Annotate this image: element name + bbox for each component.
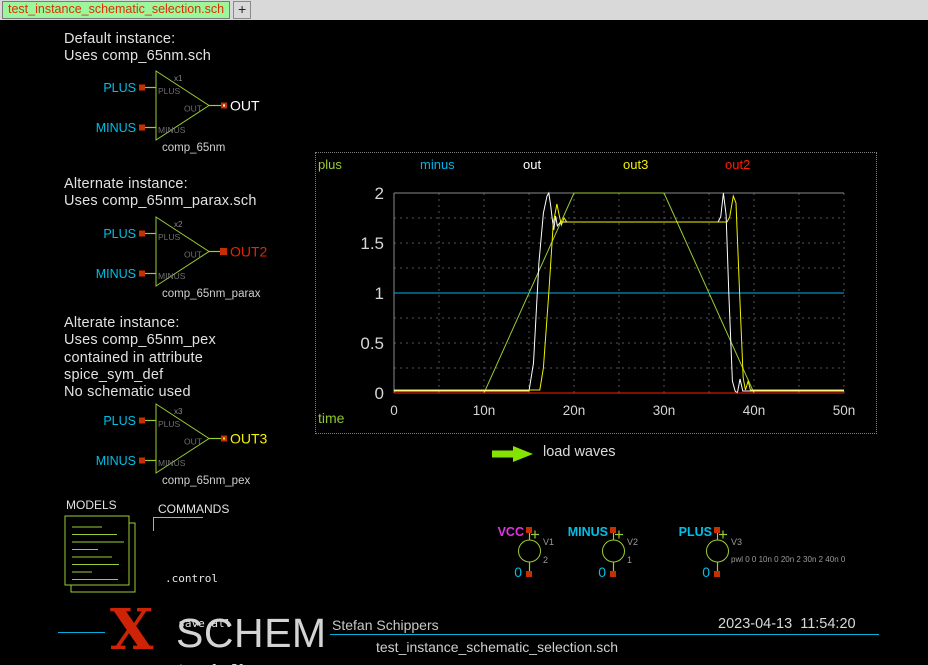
svg-text:0.5: 0.5 <box>360 334 384 353</box>
net-label-out3[interactable]: OUT3 <box>230 431 268 447</box>
pin-name-minus: MINUS <box>158 125 186 135</box>
pin-name-out: OUT <box>184 437 202 447</box>
new-tab-button[interactable]: + <box>233 1 251 19</box>
svg-text:0: 0 <box>375 384 384 403</box>
net-label-minus[interactable]: MINUS <box>96 267 136 281</box>
instance-name: x1 <box>174 74 183 83</box>
instance-name: x3 <box>174 407 183 416</box>
pin-square[interactable] <box>526 571 532 577</box>
instance-1-heading: Default instance: Uses comp_65nm.sch <box>64 31 211 66</box>
pin-name-minus: MINUS <box>158 271 186 281</box>
pin-name-plus: PLUS <box>158 232 181 242</box>
pin-name-plus: PLUS <box>158 419 181 429</box>
svg-text:1: 1 <box>375 284 384 303</box>
gnd-label[interactable]: 0 <box>500 564 522 580</box>
symbol-name: comp_65nm_parax <box>162 288 261 300</box>
symbol-name: comp_65nm <box>162 142 225 154</box>
comparator-instance-x3[interactable]: PLUS MINUS PLUS MINUS OUT x3 OUT3 comp_6… <box>95 401 330 491</box>
pin-name-minus: MINUS <box>158 458 186 468</box>
comparator-instance-x1[interactable]: PLUS MINUS PLUS MINUS OUT x1 OUT comp_65… <box>95 68 330 158</box>
instance-name: x2 <box>174 220 183 229</box>
author-name: Stefan Schippers <box>332 617 439 633</box>
net-label-plus[interactable]: PLUS <box>103 414 136 428</box>
net-label-out[interactable]: OUT <box>230 98 260 114</box>
instance-2-heading: Alternate instance: Uses comp_65nm_parax… <box>64 176 257 211</box>
svg-text:30n: 30n <box>653 403 676 418</box>
vsource-name: V3 <box>731 537 742 547</box>
pin-square[interactable] <box>139 231 145 237</box>
pin-name-plus: PLUS <box>158 86 181 96</box>
gnd-label[interactable]: 0 <box>688 564 710 580</box>
pin-name-out: OUT <box>184 104 202 114</box>
vsource-value: 2 <box>543 555 548 565</box>
pin-square[interactable] <box>139 125 145 131</box>
commands-label: COMMANDS <box>158 502 229 516</box>
gnd-label[interactable]: 0 <box>584 564 606 580</box>
plus-sign <box>531 531 539 539</box>
commands-bracket <box>153 517 203 518</box>
net-label-minus[interactable]: MINUS <box>96 454 136 468</box>
symbol-name: comp_65nm_pex <box>162 475 250 487</box>
svg-text:40n: 40n <box>743 403 766 418</box>
pin-square[interactable] <box>139 85 145 91</box>
pin-square[interactable] <box>139 458 145 464</box>
comparator-instance-x2[interactable]: PLUS MINUS PLUS MINUS OUT x2 OUT2 comp_6… <box>95 214 330 304</box>
xschem-logo-text: SCHEM <box>176 613 327 653</box>
titleblock-line <box>58 632 105 633</box>
vsource-pwl-value: pwl 0 0 10n 0 20n 2 30n 2 40n 0 <box>731 555 845 564</box>
pin-square[interactable] <box>220 248 227 255</box>
pin-square[interactable] <box>139 271 145 277</box>
schematic-tab[interactable]: test_instance_schematic_selection.sch <box>2 1 230 19</box>
svg-text:0: 0 <box>390 403 398 418</box>
svg-text:1.5: 1.5 <box>360 234 384 253</box>
plus-sign <box>615 531 623 539</box>
timestamp: 2023-04-13 11:54:20 <box>718 616 856 632</box>
pin-name-out: OUT <box>184 250 202 260</box>
svg-text:20n: 20n <box>563 403 586 418</box>
xschem-logo-x: X <box>110 604 153 656</box>
pin-square[interactable] <box>714 571 720 577</box>
vsource-v3[interactable]: PLUS V3 pwl 0 0 10n 0 20n 2 30n 2 40n 0 … <box>660 524 900 586</box>
net-label-out2[interactable]: OUT2 <box>230 244 268 260</box>
instance-3-heading: Alterate instance: Uses comp_65nm_pex co… <box>64 315 216 401</box>
svg-text:50n: 50n <box>833 403 856 418</box>
vsource-value: 1 <box>627 555 632 565</box>
pin-square[interactable] <box>139 418 145 424</box>
svg-text:10n: 10n <box>473 403 496 418</box>
net-label-plus[interactable]: PLUS <box>103 227 136 241</box>
x-axis-label: time <box>318 410 344 426</box>
models-icon[interactable] <box>61 511 145 599</box>
schematic-canvas[interactable]: Default instance: Uses comp_65nm.sch Alt… <box>0 20 928 665</box>
schematic-tab-label: test_instance_schematic_selection.sch <box>8 2 224 16</box>
tab-bar: test_instance_schematic_selection.sch + <box>0 0 928 20</box>
wire-end-dot <box>223 105 225 107</box>
vsource-symbol[interactable] <box>556 524 676 584</box>
vsource-name: V1 <box>543 537 554 547</box>
xschem-window: test_instance_schematic_selection.sch + … <box>0 0 928 665</box>
vsource-symbol[interactable] <box>660 524 780 584</box>
waveform-graph[interactable]: plus minus out out3 out2 010n20n30n40n50… <box>315 152 877 434</box>
wire-end-dot <box>223 438 225 440</box>
net-label-plus[interactable]: PLUS <box>103 81 136 95</box>
svg-text:2: 2 <box>375 184 384 203</box>
models-label: MODELS <box>66 498 117 512</box>
arrow-icon <box>492 445 538 463</box>
net-label-minus[interactable]: MINUS <box>96 121 136 135</box>
pin-square[interactable] <box>610 571 616 577</box>
schematic-filename: test_instance_schematic_selection.sch <box>376 639 618 655</box>
commands-bracket <box>153 517 154 531</box>
plus-sign <box>719 531 727 539</box>
titleblock-underline <box>330 634 879 635</box>
vsource-name: V2 <box>627 537 638 547</box>
waveform-plot[interactable]: 0 10n 20n 30n 40n 50n 0 0.5 1 1.5 2 <box>316 153 876 433</box>
load-waves-label: load waves <box>543 444 616 460</box>
